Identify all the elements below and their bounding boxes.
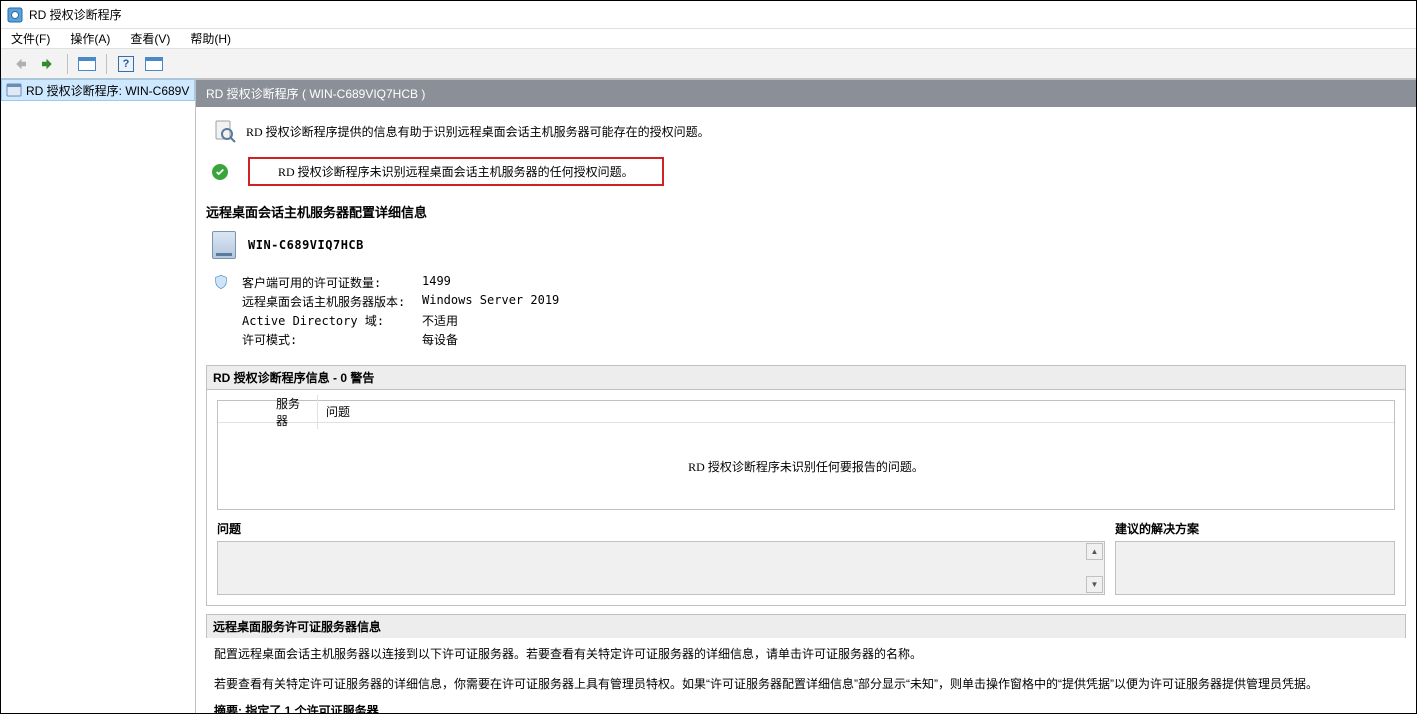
intro-text: RD 授权诊断程序提供的信息有助于识别远程桌面会话主机服务器可能存在的授权问题。 [246, 123, 710, 140]
main-area: RD 授权诊断程序: WIN-C689V RD 授权诊断程序 ( WIN-C68… [1, 79, 1416, 713]
problem-textarea[interactable]: ▲ ▼ [217, 541, 1105, 595]
server-icon [212, 231, 236, 259]
version-label: 远程桌面会话主机服务器版本: [242, 292, 422, 311]
detail-row: 许可模式: 每设备 [242, 330, 559, 349]
warnings-panel-title: RD 授权诊断程序信息 - 0 警告 [206, 365, 1406, 389]
solution-label: 建议的解决方案 [1115, 520, 1395, 537]
menu-action[interactable]: 操作(A) [66, 30, 114, 47]
window-icon [145, 57, 163, 71]
menu-view[interactable]: 查看(V) [126, 30, 174, 47]
intro-row: RD 授权诊断程序提供的信息有助于识别远程桌面会话主机服务器可能存在的授权问题。 [206, 119, 1406, 143]
toolbar: ? [1, 49, 1416, 79]
arrow-right-icon [39, 55, 57, 73]
server-row: WIN-C689VIQ7HCB [206, 231, 1406, 259]
check-ok-icon [212, 164, 228, 180]
window-title: RD 授权诊断程序 [29, 6, 122, 23]
frame-button-2[interactable] [141, 52, 167, 76]
scrollbar[interactable]: ▲ ▼ [1086, 543, 1103, 593]
license-text-line2: 若要查看有关特定许可证服务器的详细信息，你需要在许可证服务器上具有管理员特权。如… [214, 674, 1398, 696]
menu-file[interactable]: 文件(F) [7, 30, 54, 47]
licenses-value: 1499 [422, 273, 559, 292]
ad-value: 不适用 [422, 311, 559, 330]
license-summary: 摘要: 指定了 1 个许可证服务器 [214, 701, 1398, 713]
content-body: RD 授权诊断程序提供的信息有助于识别远程桌面会话主机服务器可能存在的授权问题。… [196, 107, 1416, 713]
shield-icon [212, 273, 230, 291]
grid-empty-message: RD 授权诊断程序未识别任何要报告的问题。 [218, 423, 1394, 509]
server-name: WIN-C689VIQ7HCB [248, 238, 364, 252]
config-details: 客户端可用的许可证数量: 1499 远程桌面会话主机服务器版本: Windows… [206, 273, 1406, 349]
mode-label: 许可模式: [242, 330, 422, 349]
license-text-line1: 配置远程桌面会话主机服务器以连接到以下许可证服务器。若要查看有关特定许可证服务器… [214, 644, 1398, 666]
sidebar: RD 授权诊断程序: WIN-C689V [1, 79, 196, 713]
back-button[interactable] [7, 52, 33, 76]
problem-label: 问题 [217, 520, 1105, 537]
grid-header: 服务器 问题 [218, 401, 1394, 423]
warnings-grid[interactable]: 服务器 问题 RD 授权诊断程序未识别任何要报告的问题。 [217, 400, 1395, 510]
warnings-panel: 服务器 问题 RD 授权诊断程序未识别任何要报告的问题。 问题 ▲ ▼ [206, 389, 1406, 606]
status-message: RD 授权诊断程序未识别远程桌面会话主机服务器的任何授权问题。 [248, 157, 664, 186]
content-header: RD 授权诊断程序 ( WIN-C689VIQ7HCB ) [196, 80, 1416, 107]
help-icon: ? [118, 56, 134, 72]
col-issue[interactable]: 问题 [318, 403, 358, 420]
detail-row: 客户端可用的许可证数量: 1499 [242, 273, 559, 292]
window-icon [78, 57, 96, 71]
content-pane: RD 授权诊断程序 ( WIN-C689VIQ7HCB ) RD 授权诊断程序提… [196, 79, 1416, 713]
tree-node-icon [6, 82, 22, 98]
ad-label: Active Directory 域: [242, 311, 422, 330]
scroll-down-button[interactable]: ▼ [1086, 576, 1103, 593]
detail-row: Active Directory 域: 不适用 [242, 311, 559, 330]
version-value: Windows Server 2019 [422, 292, 559, 311]
tree-item-rd-diag[interactable]: RD 授权诊断程序: WIN-C689V [1, 79, 195, 101]
status-row: RD 授权诊断程序未识别远程桌面会话主机服务器的任何授权问题。 [206, 157, 1406, 186]
license-server-text: 配置远程桌面会话主机服务器以连接到以下许可证服务器。若要查看有关特定许可证服务器… [206, 638, 1406, 713]
detail-row: 远程桌面会话主机服务器版本: Windows Server 2019 [242, 292, 559, 311]
license-server-panel-title: 远程桌面服务许可证服务器信息 [206, 614, 1406, 638]
menubar: 文件(F) 操作(A) 查看(V) 帮助(H) [1, 29, 1416, 49]
toolbar-separator [67, 54, 68, 74]
help-button[interactable]: ? [113, 52, 139, 76]
menu-help[interactable]: 帮助(H) [186, 30, 235, 47]
problem-solution-row: 问题 ▲ ▼ 建议的解决方案 [217, 520, 1395, 595]
scroll-up-button[interactable]: ▲ [1086, 543, 1103, 560]
licenses-label: 客户端可用的许可证数量: [242, 273, 422, 292]
search-doc-icon [212, 119, 236, 143]
toolbar-separator [106, 54, 107, 74]
forward-button[interactable] [35, 52, 61, 76]
solution-textarea[interactable] [1115, 541, 1395, 595]
problem-box: 问题 ▲ ▼ [217, 520, 1105, 595]
titlebar: RD 授权诊断程序 [1, 1, 1416, 29]
frame-button-1[interactable] [74, 52, 100, 76]
config-section-title: 远程桌面会话主机服务器配置详细信息 [206, 202, 1406, 221]
arrow-left-icon [11, 55, 29, 73]
solution-box: 建议的解决方案 [1115, 520, 1395, 595]
mode-value: 每设备 [422, 330, 559, 349]
tree-item-label: RD 授权诊断程序: WIN-C689V [26, 82, 189, 99]
app-icon [7, 7, 23, 23]
